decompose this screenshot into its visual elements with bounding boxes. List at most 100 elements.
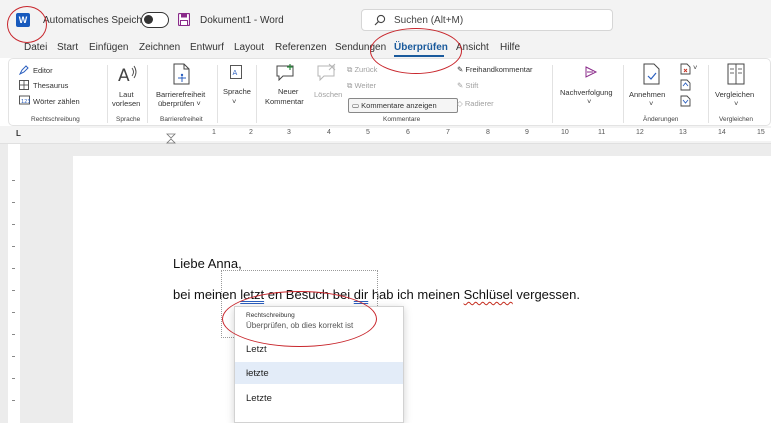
suggestion-item-highlighted[interactable]: letzte ··· bbox=[235, 362, 403, 384]
next-change-icon[interactable] bbox=[680, 95, 691, 107]
accept-chevron-icon[interactable]: ˅ bbox=[649, 99, 653, 108]
editor-button[interactable]: Editor bbox=[33, 66, 53, 75]
next-comment-button[interactable]: ⧉ Weiter bbox=[347, 81, 376, 90]
suggestion-item[interactable]: Letzte bbox=[235, 387, 403, 409]
pen-label: Stift bbox=[465, 81, 479, 90]
group-label-barrierefreiheit: Barrierefreiheit bbox=[160, 116, 203, 123]
track-changes-button[interactable]: Nachverfolgung bbox=[560, 88, 613, 97]
previous-comment-button[interactable]: ⧉ Zurück bbox=[347, 65, 377, 74]
autosave-toggle[interactable] bbox=[141, 12, 169, 28]
accept-button[interactable]: Annehmen bbox=[629, 90, 665, 99]
horizontal-ruler[interactable]: L 1 2 3 4 5 6 7 8 9 10 11 12 13 14 15 bbox=[0, 126, 771, 144]
vruler-tick bbox=[12, 400, 15, 401]
new-comment-label-2[interactable]: Kommentar bbox=[265, 97, 304, 106]
group-label-vergleichen: Vergleichen bbox=[719, 116, 753, 123]
popup-subtitle: Überprüfen, ob dies korrekt ist bbox=[246, 321, 354, 330]
title-bar: W Automatisches Speichern Dokument1 - Wo… bbox=[0, 0, 771, 36]
reject-change-icon[interactable] bbox=[680, 63, 691, 75]
ink-comment-button[interactable]: ✎ Freihandkommentar bbox=[457, 65, 533, 74]
ruler-number: 5 bbox=[366, 129, 370, 136]
ruler-number: 15 bbox=[757, 129, 765, 136]
tab-start[interactable]: Start bbox=[57, 42, 78, 53]
delete-comment-button[interactable]: Löschen bbox=[314, 90, 342, 99]
word-count-button[interactable]: Wörter zählen bbox=[33, 97, 80, 106]
tab-ueberpruefen[interactable]: Überprüfen bbox=[394, 42, 448, 53]
doc-word-misspelled[interactable]: Schlüsel bbox=[464, 287, 513, 302]
menu-tabs: Datei Start Einfügen Zeichnen Entwurf La… bbox=[0, 36, 771, 58]
vruler-tick bbox=[12, 180, 15, 181]
show-comments-button[interactable]: ▭ Kommentare anzeigen bbox=[348, 98, 458, 113]
thesaurus-button[interactable]: Thesaurus bbox=[33, 81, 68, 90]
vruler-tick bbox=[12, 334, 15, 335]
suggestion-item[interactable]: Letzt bbox=[235, 338, 403, 360]
document-line-greeting[interactable]: Liebe Anna, bbox=[173, 256, 242, 271]
tab-einfuegen[interactable]: Einfügen bbox=[89, 42, 128, 53]
read-aloud-label-1[interactable]: Laut bbox=[119, 90, 134, 99]
spelling-suggestions-popup: Rechtschreibung Überprüfen, ob dies korr… bbox=[234, 306, 404, 423]
eraser-button[interactable]: ◇ Radierer bbox=[457, 99, 494, 108]
active-tab-indicator bbox=[394, 55, 444, 57]
language-icon: A bbox=[230, 65, 242, 79]
pen-button[interactable]: ✎ Stift bbox=[457, 81, 478, 90]
tab-hilfe[interactable]: Hilfe bbox=[500, 42, 520, 53]
vruler-tick bbox=[12, 246, 15, 247]
svg-text:123: 123 bbox=[21, 99, 30, 105]
tab-referenzen[interactable]: Referenzen bbox=[275, 42, 327, 53]
tab-entwurf[interactable]: Entwurf bbox=[190, 42, 224, 53]
ruler-number: 4 bbox=[327, 129, 331, 136]
vertical-ruler[interactable] bbox=[8, 144, 20, 423]
language-chevron-icon[interactable]: ˅ bbox=[232, 97, 236, 106]
suggestion-label: Letzt bbox=[246, 344, 267, 355]
track-changes-chevron-icon[interactable]: ˅ bbox=[587, 97, 591, 106]
ruler-number: 7 bbox=[446, 129, 450, 136]
new-comment-icon bbox=[276, 64, 294, 81]
language-button[interactable]: Sprache bbox=[223, 87, 251, 96]
group-label-sprache: Sprache bbox=[116, 116, 141, 123]
doc-word[interactable]: hab ich meinen bbox=[372, 287, 460, 302]
new-comment-label-1[interactable]: Neuer bbox=[278, 87, 298, 96]
read-aloud-icon: A bbox=[118, 65, 137, 85]
thesaurus-icon bbox=[19, 80, 29, 90]
tab-zeichnen[interactable]: Zeichnen bbox=[139, 42, 180, 53]
group-label-rechtschreibung: Rechtschreibung bbox=[31, 116, 80, 123]
next-comment-label: Weiter bbox=[354, 81, 376, 90]
svg-text:A: A bbox=[118, 66, 130, 85]
show-comments-text: Kommentare anzeigen bbox=[361, 101, 437, 110]
save-icon[interactable] bbox=[178, 13, 190, 26]
ruler-number: 2 bbox=[249, 129, 253, 136]
word-app-icon[interactable]: W bbox=[16, 13, 30, 27]
svg-text:A: A bbox=[233, 69, 238, 77]
ruler-number: 1 bbox=[212, 129, 216, 136]
ink-comment-label: Freihandkommentar bbox=[465, 65, 533, 74]
eraser-label: Radierer bbox=[464, 99, 494, 108]
ruler-number: 8 bbox=[486, 129, 490, 136]
accessibility-label-2[interactable]: überprüfen ˅ bbox=[158, 99, 201, 108]
accessibility-check-icon bbox=[173, 63, 190, 85]
search-input[interactable]: Suchen (Alt+M) bbox=[361, 9, 613, 31]
ribbon-separator bbox=[147, 65, 148, 123]
compare-chevron-icon[interactable]: ˅ bbox=[734, 99, 738, 108]
doc-word[interactable]: vergessen. bbox=[516, 287, 580, 302]
doc-word[interactable]: bei bbox=[173, 287, 190, 302]
tab-layout[interactable]: Layout bbox=[234, 42, 264, 53]
tab-ansicht[interactable]: Ansicht bbox=[456, 42, 489, 53]
ribbon: Editor Thesaurus 123 Wörter zählen Recht… bbox=[8, 58, 771, 126]
tab-stop-selector[interactable]: L bbox=[16, 129, 21, 138]
previous-change-icon[interactable] bbox=[680, 79, 691, 91]
compare-button[interactable]: Vergleichen bbox=[715, 90, 754, 99]
accessibility-label-1[interactable]: Barrierefreiheit bbox=[156, 90, 205, 99]
read-aloud-label-2[interactable]: vorlesen bbox=[112, 99, 140, 108]
indent-marker-icon[interactable] bbox=[166, 133, 176, 144]
tab-datei[interactable]: Datei bbox=[24, 42, 47, 53]
vruler-tick bbox=[12, 312, 15, 313]
vruler-tick bbox=[12, 290, 15, 291]
ruler-number: 6 bbox=[406, 129, 410, 136]
ruler-number: 9 bbox=[525, 129, 529, 136]
ruler-track bbox=[80, 128, 771, 141]
more-options-icon[interactable]: ··· bbox=[246, 368, 395, 379]
ribbon-separator bbox=[256, 65, 257, 123]
reject-chevron-icon[interactable]: ˅ bbox=[693, 63, 697, 72]
track-changes-icon bbox=[585, 66, 598, 78]
ruler-number: 14 bbox=[718, 129, 726, 136]
tab-sendungen[interactable]: Sendungen bbox=[335, 42, 386, 53]
